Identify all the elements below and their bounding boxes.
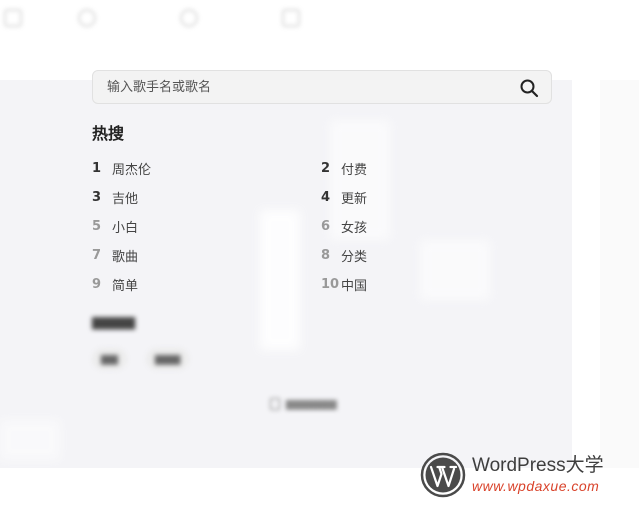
background-shape bbox=[0, 420, 60, 460]
clear-history-label-blurred: ▆▆▆▆▆▆ bbox=[286, 397, 337, 410]
top-nav-blurred bbox=[0, 0, 639, 40]
hot-search-item[interactable]: 2 付费 bbox=[321, 158, 367, 178]
hot-search-label: 小白 bbox=[112, 220, 139, 236]
hot-search-label: 中国 bbox=[341, 278, 368, 294]
hot-search-label: 歌曲 bbox=[112, 249, 139, 265]
page: 热搜 1 周杰伦 2 付费 3 吉他 4 更新 5 小白 6 女孩 7 歌曲 8… bbox=[0, 0, 639, 516]
hot-search-rank: 7 bbox=[92, 247, 102, 263]
history-tag-blurred[interactable]: ▆▆ bbox=[92, 348, 127, 370]
search-bar[interactable] bbox=[92, 70, 552, 104]
hot-search-item[interactable]: 8 分类 bbox=[321, 245, 367, 265]
search-icon[interactable] bbox=[519, 78, 539, 98]
nav-icon bbox=[180, 9, 198, 27]
hot-search-item[interactable]: 10 中国 bbox=[321, 274, 367, 294]
hot-search-rank: 9 bbox=[92, 276, 102, 292]
nav-item-blurred[interactable] bbox=[180, 8, 198, 28]
hot-search-title: 热搜 bbox=[92, 124, 125, 143]
watermark-brand: WordPress大学 bbox=[472, 455, 604, 476]
hot-search-item[interactable]: 7 歌曲 bbox=[92, 245, 138, 265]
nav-icon bbox=[282, 9, 300, 27]
nav-icon bbox=[78, 9, 96, 27]
hot-search-item[interactable]: 9 简单 bbox=[92, 274, 138, 294]
hot-search-item[interactable]: 4 更新 bbox=[321, 187, 367, 207]
clear-history-button-blurred[interactable]: ▆▆▆▆▆▆ bbox=[270, 397, 337, 410]
watermark-text: WordPress大学 www.wpdaxue.com bbox=[472, 455, 604, 495]
watermark: WordPress大学 www.wpdaxue.com bbox=[420, 452, 604, 498]
hot-search-label: 更新 bbox=[341, 191, 368, 207]
wordpress-logo-icon bbox=[420, 452, 466, 498]
nav-item-blurred[interactable] bbox=[282, 8, 300, 28]
hot-search-label: 周杰伦 bbox=[112, 162, 152, 178]
nav-item-blurred[interactable] bbox=[4, 8, 22, 28]
hot-search-item[interactable]: 5 小白 bbox=[92, 216, 138, 236]
hot-search-label: 分类 bbox=[341, 249, 368, 265]
search-input[interactable] bbox=[107, 71, 507, 103]
nav-item-blurred[interactable] bbox=[78, 8, 96, 28]
hot-search-label: 女孩 bbox=[341, 220, 368, 236]
hot-search-item[interactable]: 6 女孩 bbox=[321, 216, 367, 236]
hot-search-rank: 10 bbox=[321, 276, 340, 292]
hot-search-item[interactable]: 3 吉他 bbox=[92, 187, 138, 207]
hot-search-item[interactable]: 1 周杰伦 bbox=[92, 158, 151, 178]
trash-icon bbox=[270, 397, 280, 410]
hot-search-rank: 2 bbox=[321, 160, 331, 176]
nav-icon bbox=[4, 9, 22, 27]
hot-search-rank: 5 bbox=[92, 218, 102, 234]
background-shape bbox=[260, 210, 300, 350]
hot-search-label: 吉他 bbox=[112, 191, 139, 207]
background-shape bbox=[420, 240, 490, 300]
background-overlay-right bbox=[600, 80, 639, 468]
hot-search-label: 付费 bbox=[341, 162, 368, 178]
hot-search-label: 简单 bbox=[112, 278, 139, 294]
hot-search-rank: 3 bbox=[92, 189, 102, 205]
hot-search-rank: 8 bbox=[321, 247, 331, 263]
hot-search-rank: 6 bbox=[321, 218, 331, 234]
hot-search-rank: 4 bbox=[321, 189, 331, 205]
watermark-url: www.wpdaxue.com bbox=[472, 478, 600, 494]
history-tag-blurred[interactable]: ▆▆▆ bbox=[146, 348, 190, 370]
search-history-title-blurred: ▆▆▆▆ bbox=[92, 314, 136, 330]
hot-search-rank: 1 bbox=[92, 160, 102, 176]
